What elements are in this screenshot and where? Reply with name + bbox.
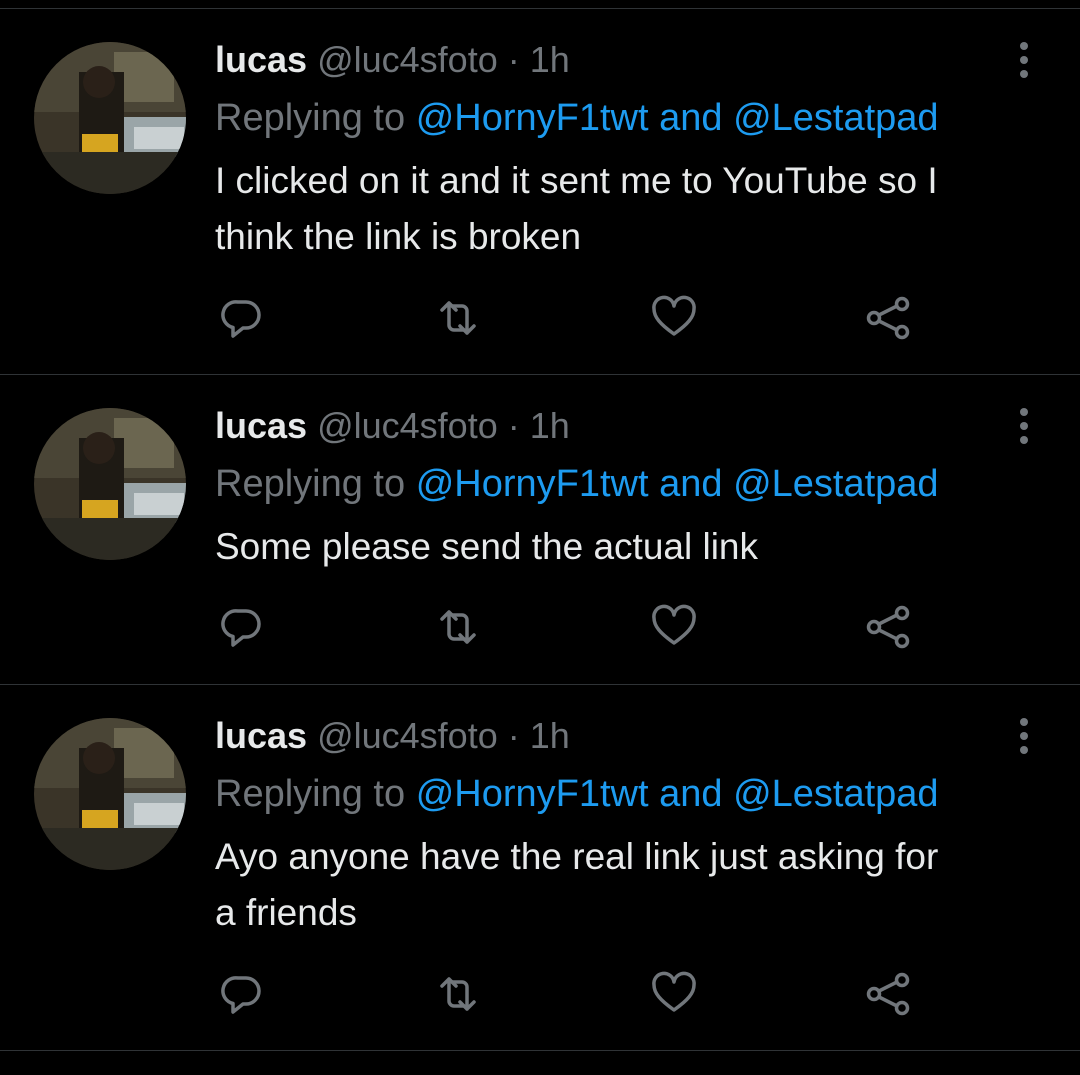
more-button[interactable] xyxy=(1008,40,1040,80)
timestamp[interactable]: 1h xyxy=(530,405,570,446)
tweet-text-line: think the link is broken xyxy=(215,216,582,257)
and-connector: and xyxy=(659,97,723,139)
retweet-button[interactable] xyxy=(434,603,482,651)
retweet-icon xyxy=(440,301,476,335)
mention-link[interactable]: @Lestatpad xyxy=(733,773,939,815)
share-icon xyxy=(866,296,910,340)
share-button[interactable] xyxy=(864,294,912,342)
like-button[interactable] xyxy=(650,603,698,651)
like-icon xyxy=(652,604,696,645)
separator-dot: · xyxy=(507,39,520,80)
tweet-header: lucas @luc4sfoto · 1h xyxy=(215,40,570,80)
user-handle[interactable]: @luc4sfoto xyxy=(317,715,498,756)
reply-icon xyxy=(221,300,261,338)
tweet-text: Some please send the actual link xyxy=(215,519,1065,575)
more-button[interactable] xyxy=(1008,406,1040,446)
tweet-text: I clicked on it and it sent me to YouTub… xyxy=(215,153,1065,265)
like-icon xyxy=(652,971,696,1012)
display-name[interactable]: lucas xyxy=(215,39,307,80)
mention-link[interactable]: @Lestatpad xyxy=(733,463,939,505)
more-vertical-icon xyxy=(1020,42,1028,78)
separator-dot: · xyxy=(507,715,520,756)
mention-link[interactable]: @Lestatpad xyxy=(733,97,939,139)
and-connector: and xyxy=(659,463,723,505)
mention-link[interactable]: @HornyF1twt xyxy=(416,463,649,505)
retweet-icon xyxy=(440,977,476,1011)
tweet-divider xyxy=(0,374,1080,375)
reply-icon xyxy=(221,609,261,647)
avatar[interactable] xyxy=(34,42,186,194)
like-button[interactable] xyxy=(650,970,698,1018)
top-divider xyxy=(0,8,1080,9)
mention-link[interactable]: @HornyF1twt xyxy=(416,773,649,815)
tweet-actions xyxy=(0,970,1080,1020)
avatar[interactable] xyxy=(34,408,186,560)
reply-button[interactable] xyxy=(218,603,266,651)
replying-prefix: Replying to xyxy=(215,97,406,139)
replying-to: Replying to @HornyF1twt and @Lestatpad xyxy=(215,96,939,140)
tweet-text-line: I clicked on it and it sent me to YouTub… xyxy=(215,160,938,201)
like-icon xyxy=(652,295,696,336)
avatar[interactable] xyxy=(34,718,186,870)
more-button[interactable] xyxy=(1008,716,1040,756)
tweet-header: lucas @luc4sfoto · 1h xyxy=(215,406,570,446)
separator-dot: · xyxy=(507,405,520,446)
replying-prefix: Replying to xyxy=(215,773,406,815)
tweet-divider xyxy=(0,684,1080,685)
tweet-text-line: a friends xyxy=(215,892,357,933)
tweet-actions xyxy=(0,603,1080,653)
timestamp[interactable]: 1h xyxy=(530,39,570,80)
replying-prefix: Replying to xyxy=(215,463,406,505)
tweet-header: lucas @luc4sfoto · 1h xyxy=(215,716,570,756)
share-icon xyxy=(866,972,910,1016)
retweet-button[interactable] xyxy=(434,294,482,342)
more-vertical-icon xyxy=(1020,408,1028,444)
tweet-text-line: Ayo anyone have the real link just askin… xyxy=(215,836,939,877)
and-connector: and xyxy=(659,773,723,815)
like-button[interactable] xyxy=(650,294,698,342)
share-button[interactable] xyxy=(864,970,912,1018)
share-button[interactable] xyxy=(864,603,912,651)
retweet-button[interactable] xyxy=(434,970,482,1018)
replying-to: Replying to @HornyF1twt and @Lestatpad xyxy=(215,462,939,506)
mention-link[interactable]: @HornyF1twt xyxy=(416,97,649,139)
replying-to: Replying to @HornyF1twt and @Lestatpad xyxy=(215,772,939,816)
user-handle[interactable]: @luc4sfoto xyxy=(317,39,498,80)
bottom-divider xyxy=(0,1050,1080,1051)
more-vertical-icon xyxy=(1020,718,1028,754)
tweet-text: Ayo anyone have the real link just askin… xyxy=(215,829,1065,941)
reply-icon xyxy=(221,976,261,1014)
retweet-icon xyxy=(440,610,476,644)
user-handle[interactable]: @luc4sfoto xyxy=(317,405,498,446)
display-name[interactable]: lucas xyxy=(215,405,307,446)
reply-button[interactable] xyxy=(218,970,266,1018)
reply-button[interactable] xyxy=(218,294,266,342)
share-icon xyxy=(866,605,910,649)
timestamp[interactable]: 1h xyxy=(530,715,570,756)
tweet-text-line: Some please send the actual link xyxy=(215,526,759,567)
tweet-actions xyxy=(0,294,1080,344)
display-name[interactable]: lucas xyxy=(215,715,307,756)
